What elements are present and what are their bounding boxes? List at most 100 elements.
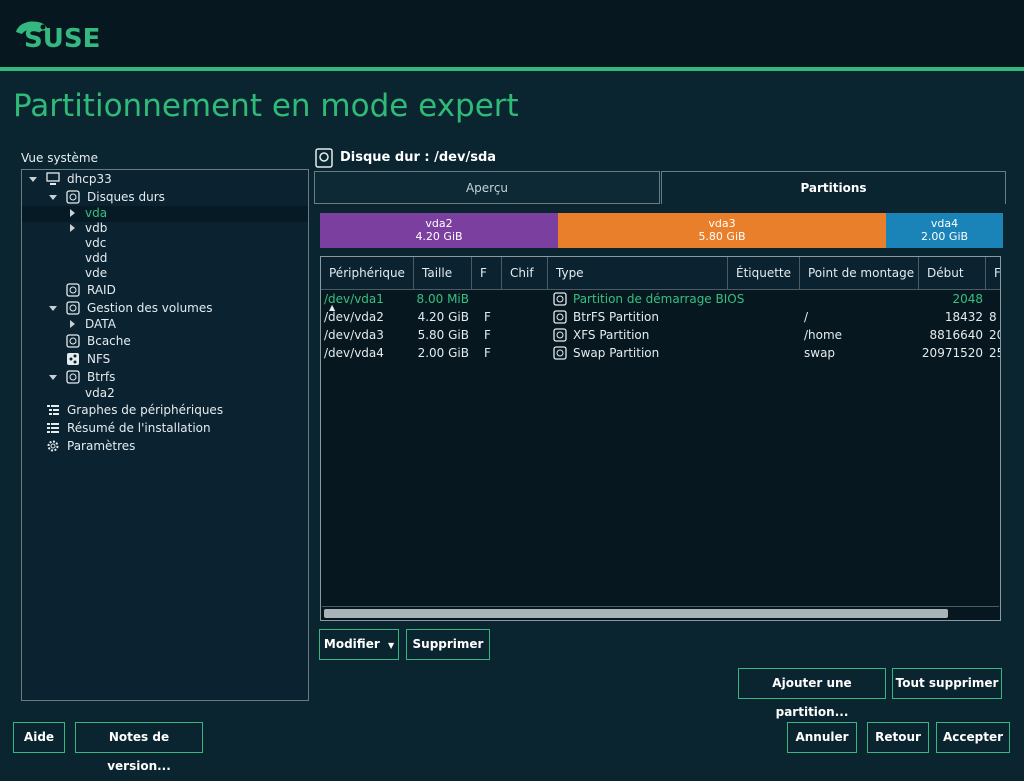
expand-arrow-icon[interactable] xyxy=(49,195,57,200)
cell-mount: swap xyxy=(804,346,836,360)
scrollbar-thumb[interactable] xyxy=(324,609,948,618)
cell-start: 20971520 xyxy=(921,346,983,360)
bar-name: vda3 xyxy=(708,217,736,230)
horizontal-scrollbar[interactable] xyxy=(322,606,999,619)
banner-accent-line xyxy=(0,67,1024,71)
cell-type: XFS Partition xyxy=(573,328,650,342)
tree-item-vdc[interactable]: vdc xyxy=(85,235,106,251)
cancel-button[interactable]: Annuler xyxy=(787,722,857,753)
cell-f: F xyxy=(484,310,491,324)
modify-button[interactable]: Modifier ▼ xyxy=(319,629,399,660)
expand-arrow-icon[interactable] xyxy=(70,209,75,217)
cell-size: 8.00 MiB xyxy=(416,292,469,306)
tree-item-host[interactable]: dhcp33 xyxy=(67,171,112,187)
cell-end: 20 xyxy=(989,328,1000,342)
accept-button[interactable]: Accepter xyxy=(936,722,1010,753)
partition-icon xyxy=(553,292,567,306)
tab-partitions[interactable]: Partitions xyxy=(661,171,1006,204)
cell-device[interactable]: /dev/vda4 xyxy=(324,344,384,362)
tree-item-btrfs-vda2[interactable]: vda2 xyxy=(85,385,115,401)
modify-button-label: Modifier xyxy=(323,637,380,651)
delete-button[interactable]: Supprimer xyxy=(406,629,490,660)
tree-item-vda[interactable]: vda xyxy=(85,205,107,221)
tree-item-data[interactable]: DATA xyxy=(85,316,116,332)
volume-group-icon xyxy=(66,301,80,315)
tree-item-volume-mgmt[interactable]: Gestion des volumes xyxy=(87,300,213,316)
cell-device[interactable]: /dev/vda3 xyxy=(324,326,384,344)
suse-logo-text: SUSE xyxy=(24,24,101,54)
col-header-label: Périphérique xyxy=(329,266,405,280)
cell-end: 8 xyxy=(989,310,997,324)
tab-bar: Aperçu Partitions xyxy=(314,171,1006,204)
tree-item-nfs[interactable]: NFS xyxy=(87,351,110,367)
gear-icon xyxy=(47,440,59,452)
tree-item-install-summary[interactable]: Résumé de l'installation xyxy=(67,420,211,436)
col-header-encryption[interactable]: Chif xyxy=(502,257,548,290)
bar-name: vda2 xyxy=(425,217,453,230)
summary-list-icon xyxy=(47,423,59,433)
bcache-icon xyxy=(66,334,80,348)
col-header-f[interactable]: F xyxy=(472,257,502,290)
tree-item-hard-disks[interactable]: Disques durs xyxy=(87,189,165,205)
partition-icon xyxy=(553,310,567,324)
tree-item-settings[interactable]: Paramètres xyxy=(67,438,135,454)
back-button[interactable]: Retour xyxy=(867,722,929,753)
col-header-end[interactable]: F xyxy=(986,257,1000,290)
expand-arrow-icon[interactable] xyxy=(29,177,37,182)
add-partition-button[interactable]: Ajouter une partition... xyxy=(738,668,886,719)
cell-f: F xyxy=(484,328,491,342)
selected-row-highlight xyxy=(22,206,308,222)
partition-bar-vda2[interactable]: vda2 4.20 GiB xyxy=(320,213,558,248)
cell-device[interactable]: /dev/vda1 xyxy=(324,290,384,308)
disk-header: Disque dur : /dev/sda xyxy=(340,150,497,165)
col-header-device[interactable]: Périphérique ▲ xyxy=(321,257,414,312)
cell-type: Partition de démarrage BIOS xyxy=(573,292,745,306)
bar-size: 2.00 GiB xyxy=(920,230,969,243)
cell-type: BtrFS Partition xyxy=(573,310,660,324)
bar-size: 4.20 GiB xyxy=(415,230,463,243)
col-header-label-col[interactable]: Étiquette xyxy=(728,257,800,290)
partition-bar-vda3[interactable]: vda3 5.80 GiB xyxy=(558,213,886,248)
cell-mount: /home xyxy=(804,328,843,342)
btrfs-icon xyxy=(66,370,80,384)
cell-mount: / xyxy=(804,310,809,324)
col-header-mount-point[interactable]: Point de montage xyxy=(800,257,919,290)
cell-start: 2048 xyxy=(952,292,983,306)
cell-device[interactable]: /dev/vda2 xyxy=(324,308,384,326)
system-tree[interactable]: dhcp33 Disques durs vda vdb vdc vdd vde … xyxy=(21,169,309,701)
tree-item-vdd[interactable]: vdd xyxy=(85,250,107,266)
delete-all-button[interactable]: Tout supprimer xyxy=(892,668,1002,699)
tree-item-bcache[interactable]: Bcache xyxy=(87,333,131,349)
partitions-table[interactable]: Périphérique ▲ Taille F Chif Type Étique… xyxy=(320,256,1001,621)
tree-item-btrfs[interactable]: Btrfs xyxy=(87,369,115,385)
cell-start: 8816640 xyxy=(929,328,983,342)
hard-disk-icon xyxy=(315,148,333,168)
cell-type: Swap Partition xyxy=(573,346,660,360)
tree-item-vdb[interactable]: vdb xyxy=(85,220,107,236)
hard-disk-icon xyxy=(66,190,80,204)
top-banner xyxy=(0,0,1024,67)
tree-item-device-graphs[interactable]: Graphes de périphériques xyxy=(67,402,223,418)
expand-arrow-icon[interactable] xyxy=(49,375,57,380)
bar-size: 5.80 GiB xyxy=(698,230,746,243)
tab-overview[interactable]: Aperçu xyxy=(314,171,660,204)
tree-item-raid[interactable]: RAID xyxy=(87,282,116,298)
expand-arrow-icon[interactable] xyxy=(49,306,57,311)
cell-f: F xyxy=(484,346,491,360)
partition-icon xyxy=(553,346,567,360)
cell-size: 2.00 GiB xyxy=(417,346,469,360)
col-header-start[interactable]: Début xyxy=(919,257,986,290)
help-button[interactable]: Aide xyxy=(13,722,65,753)
partition-icon xyxy=(553,328,567,342)
expand-arrow-icon[interactable] xyxy=(70,224,75,232)
col-header-size[interactable]: Taille xyxy=(414,257,472,290)
raid-icon xyxy=(66,283,80,297)
expand-arrow-icon[interactable] xyxy=(70,320,75,328)
cell-start: 18432 xyxy=(944,310,983,324)
tree-item-vde[interactable]: vde xyxy=(85,265,107,281)
col-header-type[interactable]: Type xyxy=(548,257,728,290)
nfs-share-icon xyxy=(67,353,79,365)
cell-size: 5.80 GiB xyxy=(417,328,469,342)
partition-bar-vda4[interactable]: vda4 2.00 GiB xyxy=(886,213,1003,248)
release-notes-button[interactable]: Notes de version... xyxy=(75,722,203,773)
